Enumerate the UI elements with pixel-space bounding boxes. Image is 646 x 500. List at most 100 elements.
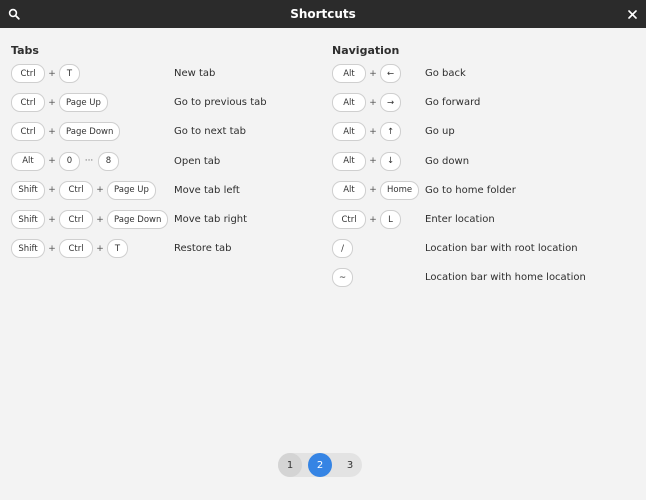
plus-separator: + <box>369 97 377 108</box>
plus-separator: + <box>48 156 56 167</box>
keycap: T <box>59 64 80 84</box>
page-button-2[interactable]: 2 <box>308 453 332 477</box>
shortcut-keys: Alt + → <box>332 91 402 115</box>
shortcut-row: Ctrl + T New tab <box>11 59 311 88</box>
keycap: T <box>107 239 128 259</box>
shortcut-description: Move tab right <box>174 214 248 226</box>
shortcut-keys: Ctrl + Page Down <box>11 120 121 144</box>
page-switcher: 123 <box>278 453 362 477</box>
keycap: Alt <box>332 151 366 171</box>
plus-separator: + <box>96 214 104 225</box>
shortcut-row: Shift + Ctrl + T Restore tab <box>11 234 311 263</box>
search-icon <box>8 8 20 20</box>
plus-separator: + <box>369 126 377 137</box>
shortcut-row: / Location bar with root location <box>332 234 632 263</box>
shortcut-keys: Ctrl + T <box>11 62 80 86</box>
keycap: L <box>380 210 401 230</box>
navigation-section-title: Navigation <box>332 44 400 57</box>
search-button[interactable] <box>0 0 28 28</box>
keycap: ~ <box>332 268 354 288</box>
keycap: → <box>380 93 402 113</box>
keycap: Home <box>380 180 420 200</box>
shortcut-row: Shift + Ctrl + Page Up Move tab left <box>11 176 311 205</box>
shortcut-keys: Alt +0 ··· 8 <box>11 149 119 173</box>
keycap: Alt <box>332 64 366 84</box>
keycap: Ctrl <box>11 93 45 113</box>
tabs-section-title: Tabs <box>11 44 39 57</box>
shortcut-row: Alt +0 ··· 8 Open tab <box>11 147 311 176</box>
shortcut-row: Alt + ↑ Go up <box>332 117 632 146</box>
shortcut-keys: Alt + ↓ <box>332 149 402 173</box>
keycap: Ctrl <box>59 239 93 259</box>
page-button-3[interactable]: 3 <box>338 453 362 477</box>
shortcut-keys: Alt + ↑ <box>332 120 402 144</box>
shortcut-description: Move tab left <box>174 184 240 196</box>
plus-separator: + <box>48 68 56 79</box>
keycap: Alt <box>11 151 45 171</box>
shortcut-row: Alt + → Go forward <box>332 88 632 117</box>
shortcut-row: Alt + ↓ Go down <box>332 147 632 176</box>
keycap: Alt <box>332 180 366 200</box>
shortcut-keys: Alt + Home <box>332 178 420 202</box>
shortcut-row: Alt + Home Go to home folder <box>332 176 632 205</box>
shortcut-keys: / <box>332 237 353 261</box>
plus-separator: + <box>48 243 56 254</box>
shortcut-keys: Alt + ← <box>332 62 402 86</box>
range-separator: ··· <box>84 156 94 167</box>
keycap: ↓ <box>380 151 402 171</box>
shortcut-description: Location bar with root location <box>425 243 578 255</box>
shortcut-row: Ctrl + L Enter location <box>332 205 632 234</box>
title-bar: Shortcuts <box>0 0 646 28</box>
keycap: 8 <box>98 151 119 171</box>
shortcut-row: Alt + ← Go back <box>332 59 632 88</box>
close-button[interactable] <box>618 0 646 28</box>
shortcut-keys: Shift + Ctrl + Page Up <box>11 178 156 202</box>
shortcut-description: Go to next tab <box>174 126 246 138</box>
shortcut-description: New tab <box>174 68 216 80</box>
shortcut-row: Shift + Ctrl + Page Down Move tab right <box>11 205 311 234</box>
keycap: Page Up <box>59 93 108 113</box>
keycap: Ctrl <box>332 210 366 230</box>
shortcut-description: Open tab <box>174 155 221 167</box>
shortcut-description: Restore tab <box>174 243 232 255</box>
plus-separator: + <box>96 185 104 196</box>
keycap: Ctrl <box>11 64 45 84</box>
keycap: Shift <box>11 239 45 259</box>
keycap: Alt <box>332 93 366 113</box>
plus-separator: + <box>369 156 377 167</box>
plus-separator: + <box>48 214 56 225</box>
keycap: ↑ <box>380 122 402 142</box>
keycap: Page Up <box>107 180 156 200</box>
plus-separator: + <box>48 126 56 137</box>
plus-separator: + <box>369 68 377 79</box>
shortcut-keys: Shift + Ctrl + Page Down <box>11 208 169 232</box>
window-title: Shortcuts <box>290 7 356 21</box>
plus-separator: + <box>48 97 56 108</box>
shortcut-description: Enter location <box>425 214 495 226</box>
keycap: Alt <box>332 122 366 142</box>
shortcut-description: Go back <box>425 68 466 80</box>
page-button-1[interactable]: 1 <box>278 453 302 477</box>
shortcuts-content: Tabs Ctrl + T New tab Ctrl + Page Up Go to prev… <box>0 28 646 500</box>
plus-separator: + <box>369 185 377 196</box>
shortcut-description: Location bar with home location <box>425 272 586 284</box>
shortcut-row: ~ Location bar with home location <box>332 263 632 292</box>
keycap: Shift <box>11 180 45 200</box>
close-icon <box>627 9 637 19</box>
shortcut-description: Go down <box>425 155 470 167</box>
navigation-section: Navigation Alt + ← Go back Alt + → Go forward Al… <box>332 42 632 293</box>
keycap: ← <box>380 64 402 84</box>
plus-separator: + <box>96 243 104 254</box>
keycap: / <box>332 239 353 259</box>
shortcut-row: Ctrl + Page Down Go to next tab <box>11 117 311 146</box>
shortcut-keys: Ctrl + Page Up <box>11 91 108 115</box>
keycap: Page Down <box>59 122 121 142</box>
keycap: Shift <box>11 210 45 230</box>
keycap: Page Down <box>107 210 169 230</box>
shortcut-keys: Shift + Ctrl + T <box>11 237 128 261</box>
keycap: Ctrl <box>11 122 45 142</box>
shortcut-description: Go up <box>425 126 455 138</box>
plus-separator: + <box>48 185 56 196</box>
keycap: Ctrl <box>59 210 93 230</box>
shortcut-keys: Ctrl + L <box>332 208 401 232</box>
